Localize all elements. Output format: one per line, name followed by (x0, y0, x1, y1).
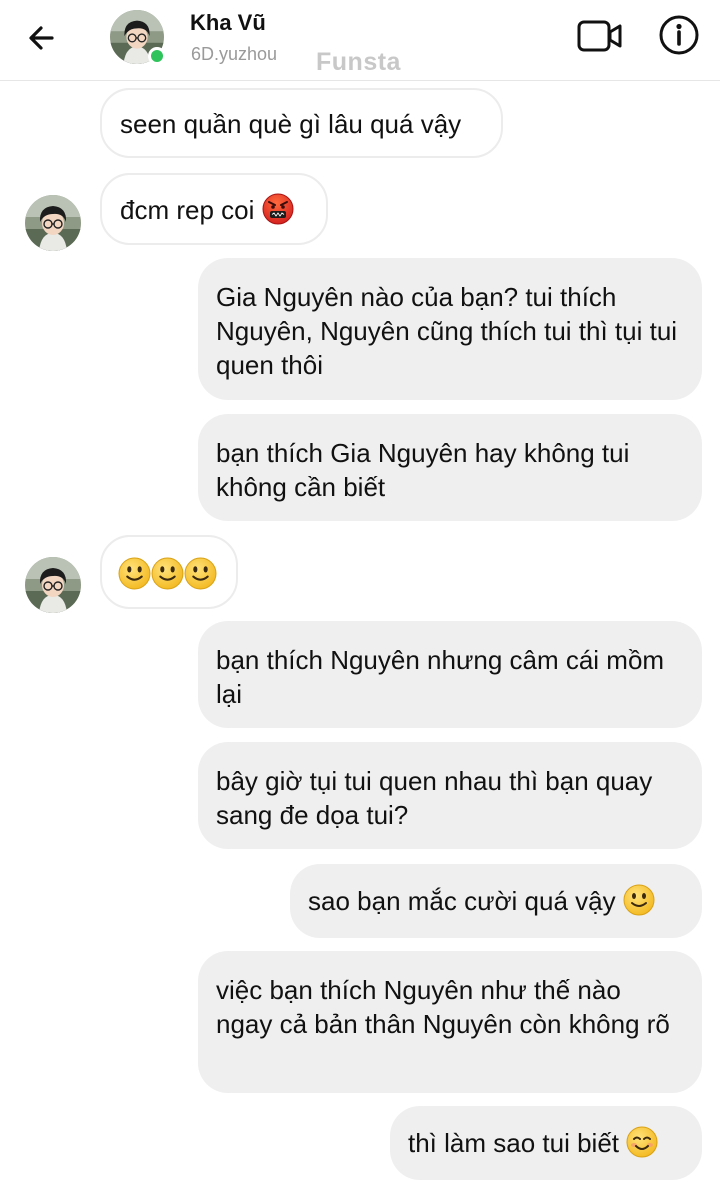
message-bubble-outgoing[interactable]: việc bạn thích Nguyên như thế nào ngay c… (198, 951, 702, 1093)
message-text: bạn thích Gia Nguyên hay không tui không… (216, 438, 630, 502)
watermark: Funsta (316, 48, 401, 76)
contact-name[interactable]: Kha Vũ (190, 10, 266, 36)
message-bubble-outgoing[interactable]: Gia Nguyên nào của bạn? tui thích Nguyên… (198, 258, 702, 400)
online-status-dot (148, 47, 166, 65)
angry-face-emoji-icon (261, 193, 294, 225)
contact-handle: 6D.yuzhou (191, 44, 278, 64)
message-text: sao bạn mắc cười quá vậy (308, 886, 616, 916)
message-bubble-outgoing[interactable]: bạn thích Nguyên nhưng câm cái mồm lại (198, 621, 702, 728)
message-text: đcm rep coi (120, 195, 255, 225)
message-bubble-incoming[interactable]: seen quần què gì lâu quá vậy (100, 88, 503, 158)
sender-avatar[interactable] (25, 195, 81, 251)
blush-emoji-icon (626, 1126, 659, 1158)
video-call-icon[interactable] (576, 16, 624, 56)
back-arrow-icon[interactable] (22, 16, 66, 60)
message-text: seen quần què gì lâu quá vậy (120, 109, 462, 139)
message-bubble-outgoing[interactable]: bạn thích Gia Nguyên hay không tui không… (198, 414, 702, 521)
message-bubble-incoming[interactable]: đcm rep coi (100, 173, 328, 245)
smile-emoji-icon (184, 557, 217, 590)
message-bubble-outgoing[interactable]: sao bạn mắc cười quá vậy (290, 864, 702, 938)
message-bubble-outgoing[interactable]: bây giờ tụi tui quen nhau thì bạn quay s… (198, 742, 702, 849)
chat-header: Kha Vũ 6D.yuzhou Funsta (0, 0, 720, 81)
message-text: bây giờ tụi tui quen nhau thì bạn quay s… (216, 766, 653, 830)
message-bubble-outgoing[interactable]: thì làm sao tui biết (390, 1106, 702, 1180)
contact-avatar[interactable] (110, 10, 166, 65)
smile-emoji-icon (151, 557, 184, 590)
message-text: thì làm sao tui biết (408, 1128, 619, 1158)
info-icon[interactable] (656, 12, 702, 58)
message-text: bạn thích Nguyên nhưng câm cái mồm lại (216, 645, 665, 709)
smile-emoji-icon (622, 884, 655, 916)
message-text: việc bạn thích Nguyên như thế nào ngay c… (216, 975, 670, 1039)
message-text: Gia Nguyên nào của bạn? tui thích Nguyên… (216, 282, 678, 380)
message-bubble-incoming[interactable] (100, 535, 238, 609)
smile-emoji-icon (118, 557, 151, 590)
sender-avatar[interactable] (25, 557, 81, 613)
